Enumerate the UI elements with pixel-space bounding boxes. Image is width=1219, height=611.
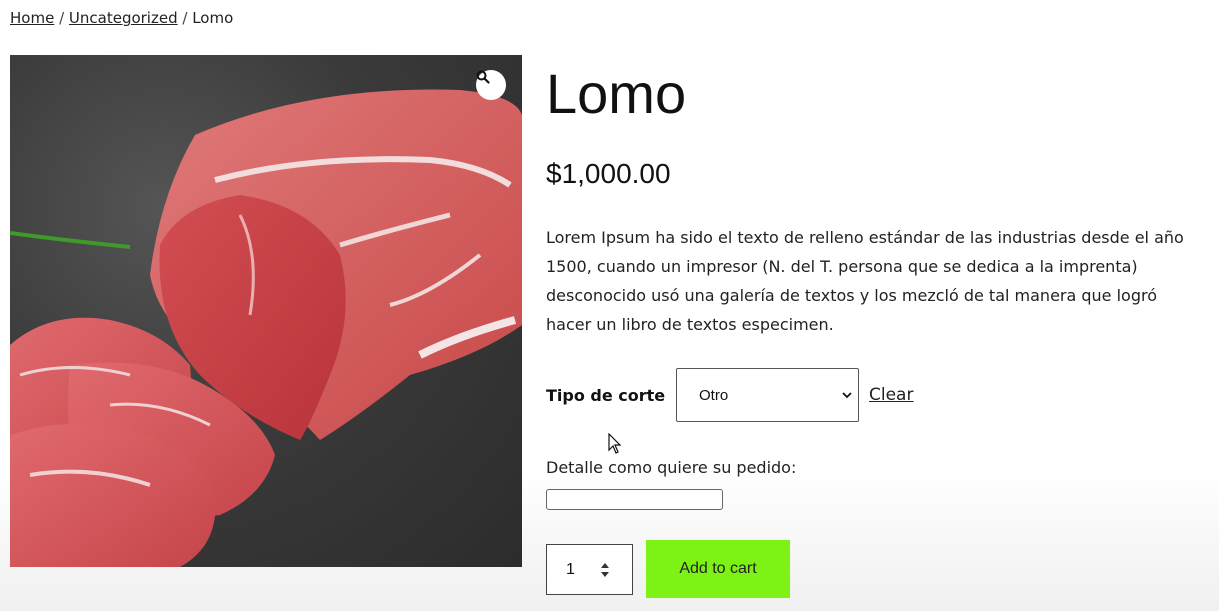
breadcrumb-current: Lomo bbox=[192, 9, 234, 27]
product-price: $1,000.00 bbox=[546, 158, 671, 189]
variation-row: Tipo de corte Otro Clear bbox=[546, 367, 913, 423]
product-page: Home / Uncategorized / Lomo Lomo $1,000.… bbox=[0, 0, 1219, 611]
add-to-cart-button[interactable]: Add to cart bbox=[646, 540, 790, 598]
breadcrumb-separator: / bbox=[59, 9, 69, 27]
breadcrumb-home-link[interactable]: Home bbox=[10, 9, 54, 27]
breadcrumb: Home / Uncategorized / Lomo bbox=[10, 9, 233, 27]
chevron-down-icon bbox=[842, 392, 852, 399]
variation-label: Tipo de corte bbox=[546, 385, 666, 405]
product-summary: Lomo $1,000.00 Lorem Ipsum ha sido el te… bbox=[546, 60, 1206, 598]
cut-type-selected: Otro bbox=[699, 386, 729, 404]
quantity-value: 1 bbox=[566, 560, 575, 578]
magnifier-icon bbox=[476, 70, 490, 84]
mouse-cursor-icon bbox=[608, 433, 622, 454]
meat-illustration bbox=[10, 89, 522, 567]
quantity-stepper[interactable]: 1 bbox=[546, 544, 633, 595]
product-title: Lomo bbox=[546, 62, 687, 125]
breadcrumb-separator: / bbox=[182, 9, 193, 27]
clear-selection-link[interactable]: Clear bbox=[869, 385, 913, 405]
order-detail-input[interactable] bbox=[546, 489, 723, 510]
order-detail-label: Detalle como quiere su pedido: bbox=[546, 458, 797, 477]
breadcrumb-category-link[interactable]: Uncategorized bbox=[69, 9, 178, 27]
zoom-button[interactable] bbox=[476, 70, 506, 100]
cut-type-select[interactable]: Otro bbox=[676, 368, 859, 422]
product-image[interactable] bbox=[10, 55, 522, 567]
spinner-arrows-icon[interactable] bbox=[600, 562, 610, 578]
product-description: Lorem Ipsum ha sido el texto de relleno … bbox=[546, 228, 1184, 334]
